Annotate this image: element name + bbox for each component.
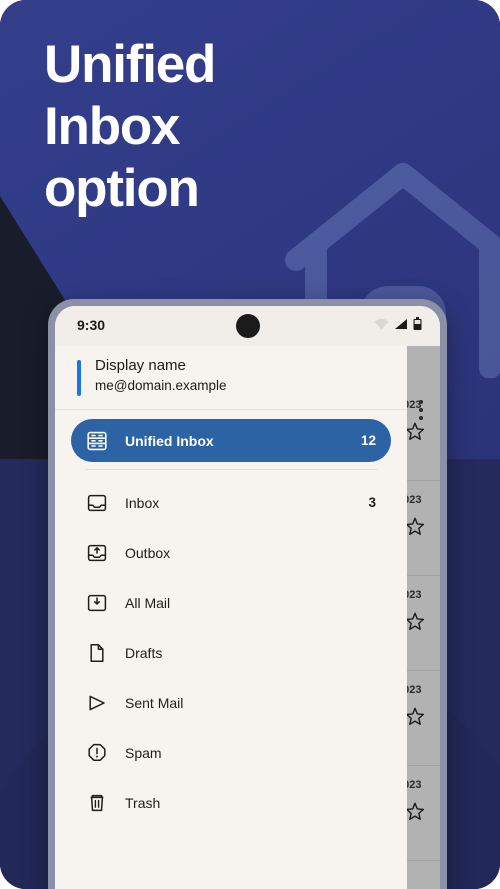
promo-screenshot: Unified Inbox option 9:30 2023 2023 2023… bbox=[0, 0, 500, 889]
headline-line-1: Unified bbox=[44, 35, 216, 94]
sidebar-item-label: Drafts bbox=[125, 644, 163, 661]
sidebar-item-sent-mail[interactable]: Sent Mail bbox=[71, 681, 391, 724]
navigation-drawer: Display name me@domain.example Unified I bbox=[55, 346, 407, 889]
sidebar-item-label: Trash bbox=[125, 794, 161, 811]
camera-punch-hole bbox=[235, 314, 260, 338]
status-bar-icons bbox=[374, 317, 422, 331]
star-outline-icon[interactable] bbox=[405, 612, 425, 631]
headline-line-3: option bbox=[44, 159, 200, 218]
sidebar-item-label: All Mail bbox=[125, 594, 171, 611]
all-mail-icon bbox=[86, 592, 108, 614]
sidebar-item-label: Outbox bbox=[125, 544, 171, 561]
account-email: me@domain.example bbox=[95, 378, 227, 393]
sidebar-item-count: 12 bbox=[360, 433, 376, 448]
star-outline-icon[interactable] bbox=[405, 517, 425, 536]
spam-icon bbox=[86, 742, 108, 764]
sidebar-item-outbox[interactable]: Outbox bbox=[71, 531, 391, 574]
page-title: Unified Inbox option bbox=[44, 34, 374, 220]
sidebar-item-drafts[interactable]: Drafts bbox=[71, 631, 391, 674]
sidebar-item-label: Unified Inbox bbox=[125, 432, 214, 449]
sidebar-item-spam[interactable]: Spam bbox=[71, 731, 391, 774]
sidebar-item-label: Sent Mail bbox=[125, 694, 184, 711]
sidebar-item-inbox[interactable]: Inbox 3 bbox=[71, 481, 391, 524]
drawer-divider bbox=[85, 469, 377, 470]
sidebar-item-label: Inbox bbox=[125, 494, 160, 511]
sidebar-item-unified-inbox[interactable]: Unified Inbox 12 bbox=[71, 419, 391, 462]
sidebar-item-trash[interactable]: Trash bbox=[71, 781, 391, 824]
star-outline-icon[interactable] bbox=[405, 707, 425, 726]
status-bar-clock: 9:30 bbox=[77, 317, 106, 333]
phone-screen: 9:30 2023 2023 2023 2023 2023 Display na… bbox=[55, 306, 440, 889]
account-display-name: Display name bbox=[95, 357, 186, 374]
drafts-icon bbox=[86, 642, 108, 664]
sidebar-item-all-mail[interactable]: All Mail bbox=[71, 581, 391, 624]
sidebar-item-count: 3 bbox=[368, 495, 376, 510]
drawer-nav-list: Unified Inbox 12 Inbox 3 Outbox All Mail… bbox=[55, 410, 407, 824]
status-bar: 9:30 bbox=[55, 306, 440, 346]
cellular-signal-icon bbox=[394, 318, 408, 330]
star-outline-icon[interactable] bbox=[405, 802, 425, 821]
trash-icon bbox=[86, 792, 108, 814]
inbox-icon bbox=[86, 492, 108, 514]
account-header[interactable]: Display name me@domain.example bbox=[55, 346, 407, 410]
phone-mockup: 9:30 2023 2023 2023 2023 2023 Display na… bbox=[48, 299, 447, 889]
account-color-bar bbox=[77, 360, 81, 396]
battery-icon bbox=[413, 317, 422, 331]
unified-inbox-icon bbox=[86, 430, 108, 452]
wifi-icon bbox=[374, 318, 389, 330]
star-outline-icon[interactable] bbox=[405, 422, 425, 441]
headline-line-2: Inbox bbox=[44, 97, 181, 156]
sidebar-item-label: Spam bbox=[125, 744, 162, 761]
outbox-icon bbox=[86, 542, 108, 564]
sent-mail-icon bbox=[86, 692, 108, 714]
